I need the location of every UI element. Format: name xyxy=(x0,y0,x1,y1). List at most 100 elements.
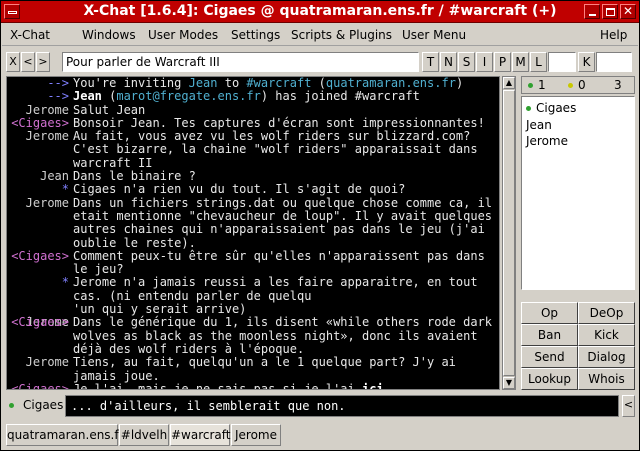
menu-user-modes[interactable]: User Modes xyxy=(148,28,218,42)
scroll-up-icon[interactable]: ▲ xyxy=(503,77,515,89)
chat-nick[interactable]: --> xyxy=(7,77,69,90)
channel-key-field[interactable] xyxy=(596,52,632,72)
chat-text: ( xyxy=(311,76,326,90)
tab-jerome[interactable]: Jerome xyxy=(231,424,281,446)
chat-nick[interactable]: * xyxy=(7,276,69,290)
deop-button[interactable]: DeOp xyxy=(578,302,635,324)
chat-line: Jerome Salut Jean xyxy=(7,103,499,117)
user-list: Cigaes Jean Jerome xyxy=(521,96,635,290)
chat-text: Jean xyxy=(188,76,218,90)
chat-nick[interactable]: <Cigaes> xyxy=(7,316,69,330)
op-count: 1 xyxy=(528,78,546,92)
whois-button[interactable]: Whois xyxy=(578,368,635,390)
chat-text: You're inviting xyxy=(73,76,189,90)
chat-text: to xyxy=(217,76,247,90)
chat-scrollbar[interactable]: ▲ ▼ xyxy=(502,76,516,390)
menu-bar: X-Chat Windows User Modes Settings Scrip… xyxy=(2,24,638,46)
chat-line: * Jerome n'a jamais reussi a les faire ap… xyxy=(7,276,499,316)
chat-nick[interactable]: <Cigaes> xyxy=(7,116,69,130)
menu-windows[interactable]: Windows xyxy=(82,28,136,42)
chat-text: ( xyxy=(101,89,117,104)
minimize-icon[interactable] xyxy=(584,4,600,19)
chat-text: Dans le binaire ? xyxy=(73,169,196,184)
chat-text: Bonsoir Jean. Tes captures d'écran sont … xyxy=(73,115,485,130)
topic-input[interactable]: Pour parler de Warcraft III xyxy=(62,52,419,72)
chat-text: . xyxy=(383,381,391,390)
topic-row: X < > Pour parler de Warcraft III T N S … xyxy=(2,50,638,74)
chat-nick[interactable]: --> xyxy=(7,89,69,103)
user-limit-field[interactable] xyxy=(548,52,576,72)
chat-nick[interactable]: Jean xyxy=(7,169,69,183)
lookup-button[interactable]: Lookup xyxy=(521,368,578,390)
chat-text: Tiens, au fait, quelqu'un a le 1 quelque… xyxy=(73,355,464,383)
close-icon[interactable]: ✕ xyxy=(620,4,636,19)
chat-line: <Cigaes> Bonsoir Jean. Tes captures d'écr… xyxy=(7,115,499,130)
voice-dot-icon xyxy=(568,83,573,88)
chat-line: * Cigaes n'a rien vu du tout. Il s'agit d… xyxy=(7,183,499,197)
chat-nick[interactable]: * xyxy=(7,183,69,197)
chat-line: Jean Dans le binaire ? xyxy=(7,169,499,184)
menu-settings[interactable]: Settings xyxy=(231,28,280,42)
chat-nick[interactable]: <Cigaes> xyxy=(7,382,69,389)
kick-button[interactable]: Kick xyxy=(578,324,635,346)
chat-nick[interactable]: Jerome xyxy=(7,129,69,143)
next-tab-button[interactable]: > xyxy=(36,52,50,72)
mode-p-button[interactable]: P xyxy=(494,52,511,72)
menu-help[interactable]: Help xyxy=(600,28,627,42)
menu-user-menu[interactable]: User Menu xyxy=(402,28,466,42)
op-dot-icon xyxy=(528,83,533,88)
mode-k-button[interactable]: K xyxy=(578,52,595,72)
chat-nick[interactable]: Jerome xyxy=(7,196,69,210)
chat-text: Dans le générique du 1, ils disent «whil… xyxy=(73,315,500,356)
mode-s-button[interactable]: S xyxy=(458,52,475,72)
scroll-thumb[interactable] xyxy=(503,90,515,376)
total-count: 3 xyxy=(614,78,622,92)
chat-text: marot@fregate.ens.fr xyxy=(116,89,261,104)
mode-t-button[interactable]: T xyxy=(422,52,439,72)
close-channel-button[interactable]: X xyxy=(6,52,20,72)
chat-text: Au fait, vous avez vu les wolf riders su… xyxy=(73,129,478,170)
input-row: Cigaes ... d'ailleurs, il semblerait que… xyxy=(2,394,638,418)
chat-text: ) has joined #warcraft xyxy=(260,89,420,104)
op-button[interactable]: Op xyxy=(521,302,578,324)
title-bar[interactable]: X-Chat [1.6.4]: Cigaes @ quatramaran.ens… xyxy=(1,1,639,23)
mode-m-button[interactable]: M xyxy=(512,52,529,72)
scroll-down-icon[interactable]: ▼ xyxy=(503,377,515,389)
dialog-button[interactable]: Dialog xyxy=(578,346,635,368)
chat-text-area[interactable]: --> You're inviting Jean to #warcraft (qu… xyxy=(6,76,500,390)
menu-scripts-plugins[interactable]: Scripts & Plugins xyxy=(291,28,392,42)
chat-line: Jerome Tiens, au fait, quelqu'un a le 1 q… xyxy=(7,355,499,383)
user-counts: 1 0 3 xyxy=(521,76,635,94)
tab-quatramaran[interactable]: quatramaran.ens.fr xyxy=(6,424,124,446)
nick-button[interactable]: Cigaes xyxy=(23,398,63,412)
chat-text: quatramaran.ens.fr xyxy=(325,76,456,90)
message-input[interactable]: ... d'ailleurs, il semblerait que non. xyxy=(65,395,619,417)
ban-button[interactable]: Ban xyxy=(521,324,578,346)
chat-text: ici xyxy=(361,381,384,390)
chat-nick[interactable]: <Cigaes> xyxy=(7,249,69,263)
tab-bar: quatramaran.ens.fr #ldvelh #warcraft Jer… xyxy=(2,421,638,449)
send-button[interactable]: Send xyxy=(521,346,578,368)
user-item-cigaes[interactable]: Cigaes xyxy=(526,101,576,115)
mode-n-button[interactable]: N xyxy=(440,52,457,72)
menu-xchat[interactable]: X-Chat xyxy=(10,28,50,42)
mode-i-button[interactable]: I xyxy=(476,52,493,72)
away-status-icon xyxy=(9,403,14,408)
user-item-jerome[interactable]: Jerome xyxy=(526,134,568,148)
chat-line: Jerome Au fait, vous avez vu les wolf rid… xyxy=(7,129,499,170)
chat-line: <Cigaes> Comment peux-tu être sûr qu'elle… xyxy=(7,249,499,277)
chat-nick[interactable]: Jerome xyxy=(7,355,69,369)
tab-ldvelh[interactable]: #ldvelh xyxy=(119,424,169,446)
user-item-jean[interactable]: Jean xyxy=(526,118,552,132)
previous-tab-button[interactable]: < xyxy=(21,52,35,72)
chat-text: #warcraft xyxy=(246,76,312,90)
chat-text: Je l'ai, mais je ne sais pas si je l'ai xyxy=(73,381,362,390)
maximize-icon[interactable] xyxy=(602,4,618,19)
voice-count: 0 xyxy=(568,78,586,92)
mode-l-button[interactable]: L xyxy=(530,52,547,72)
chat-line: Jerome Dans un fichiers strings.dat ou qu… xyxy=(7,196,499,250)
hide-userlist-button[interactable]: < xyxy=(622,395,635,417)
chat-nick[interactable]: Jerome xyxy=(7,103,69,117)
tab-warcraft[interactable]: #warcraft xyxy=(170,424,231,446)
xchat-window: X-Chat [1.6.4]: Cigaes @ quatramaran.ens… xyxy=(0,0,640,451)
